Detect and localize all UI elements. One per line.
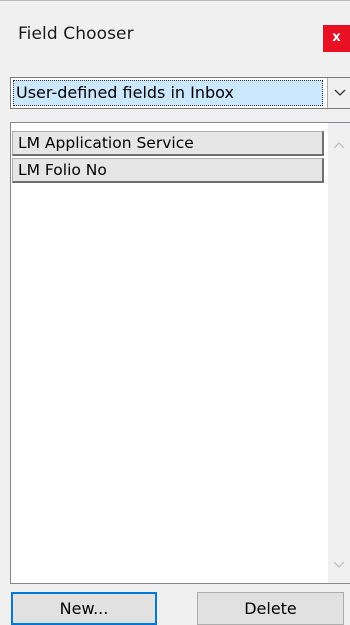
list-item[interactable]: LM Application Service bbox=[12, 131, 324, 156]
field-set-dropdown[interactable]: User-defined fields in Inbox bbox=[10, 77, 350, 109]
top-divider bbox=[0, 0, 350, 1]
delete-button[interactable]: Delete bbox=[197, 592, 344, 625]
window-title: Field Chooser bbox=[18, 24, 134, 44]
dropdown-toggle-button[interactable] bbox=[327, 78, 350, 108]
vertical-scrollbar[interactable] bbox=[328, 123, 350, 583]
field-set-selected-value[interactable]: User-defined fields in Inbox bbox=[13, 80, 323, 106]
field-list[interactable]: LM Application Service LM Folio No bbox=[10, 122, 350, 584]
field-chooser-window: Field Chooser x User-defined fields in I… bbox=[0, 0, 350, 625]
scroll-up-icon[interactable] bbox=[333, 141, 345, 149]
close-button[interactable]: x bbox=[323, 25, 350, 52]
list-item[interactable]: LM Folio No bbox=[12, 158, 324, 183]
chevron-down-icon bbox=[334, 89, 346, 96]
new-button[interactable]: New... bbox=[11, 592, 157, 625]
scroll-down-icon[interactable] bbox=[333, 561, 345, 569]
